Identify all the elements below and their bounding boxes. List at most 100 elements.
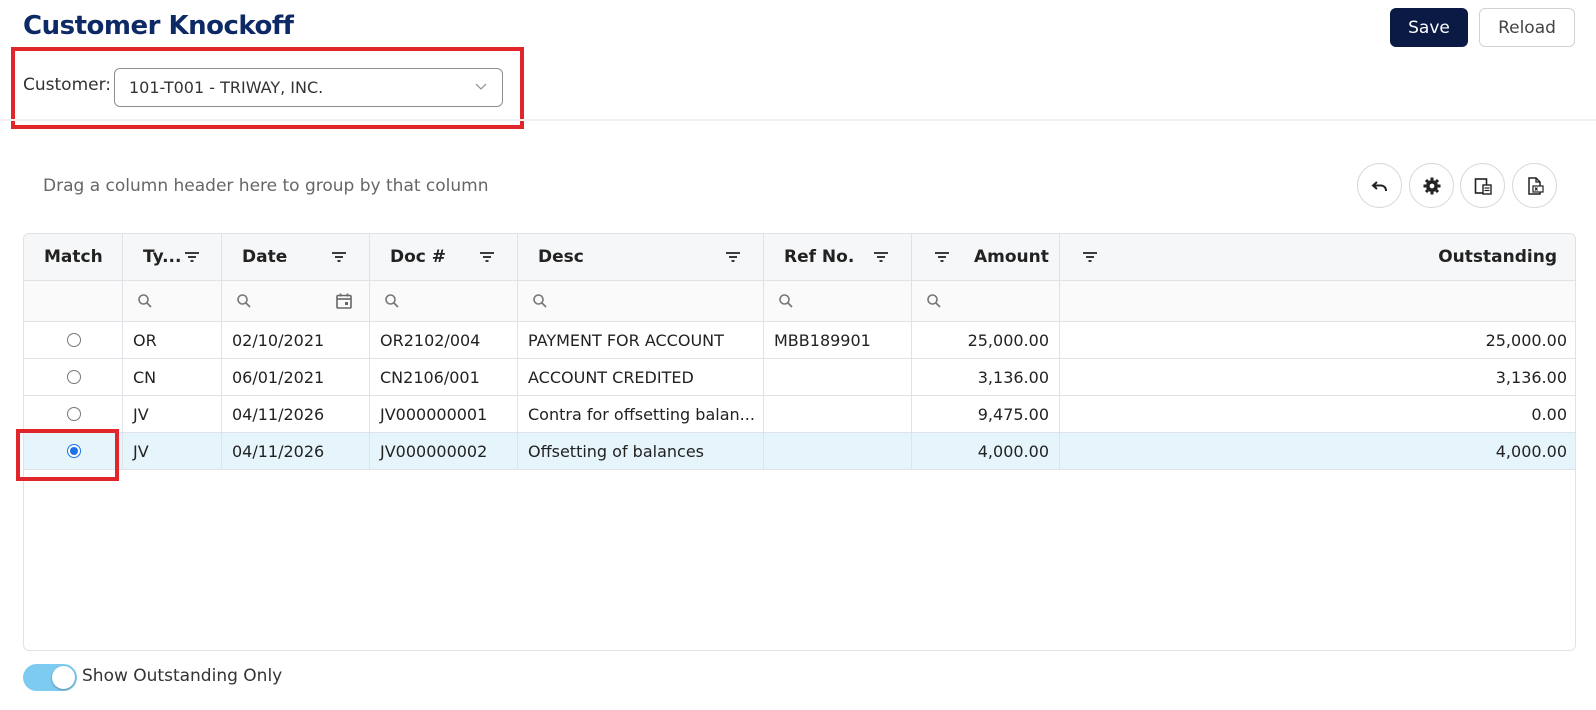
type-cell: CN xyxy=(123,359,222,395)
column-header-date[interactable]: Date xyxy=(222,234,370,280)
filter-input-date[interactable] xyxy=(222,281,370,321)
match-radio[interactable] xyxy=(67,333,81,347)
outstanding-cell: 25,000.00 xyxy=(1485,330,1567,350)
settings-button[interactable] xyxy=(1409,163,1454,208)
undo-icon xyxy=(1370,180,1387,191)
page-title: Customer Knockoff xyxy=(23,11,294,41)
column-header-label: Date xyxy=(242,247,288,267)
search-icon xyxy=(385,294,399,308)
filter-icon[interactable] xyxy=(183,248,201,266)
column-header-type[interactable]: Ty... xyxy=(123,234,222,280)
match-radio[interactable] xyxy=(67,407,81,421)
filter-icon[interactable] xyxy=(330,248,348,266)
search-icon xyxy=(237,294,251,308)
table-row[interactable]: CN 06/01/2021 CN2106/001 ACCOUNT CREDITE… xyxy=(24,359,1575,396)
filter-input-doc[interactable] xyxy=(370,281,518,321)
type-cell: JV xyxy=(123,396,222,432)
customer-select[interactable]: 101-T001 - TRIWAY, INC. xyxy=(114,68,503,107)
date-cell: 04/11/2026 xyxy=(222,396,370,432)
match-cell xyxy=(24,396,123,432)
ref-cell xyxy=(764,396,912,432)
search-icon xyxy=(927,294,941,308)
column-header-label: Match xyxy=(44,247,103,267)
filter-input-desc[interactable] xyxy=(518,281,764,321)
doc-link[interactable]: JV000000002 xyxy=(370,433,518,469)
search-icon xyxy=(138,294,152,308)
column-header-desc[interactable]: Desc xyxy=(518,234,764,280)
desc-cell: Offsetting of balances xyxy=(518,433,764,469)
match-cell xyxy=(24,322,123,358)
toggle-knob xyxy=(52,666,75,689)
filter-icon[interactable] xyxy=(872,248,890,266)
search-icon xyxy=(779,294,793,308)
match-cell xyxy=(24,359,123,395)
outstanding-cell: 4,000.00 xyxy=(1495,441,1567,461)
column-header-label: Amount xyxy=(974,247,1049,267)
filter-cell-outstanding xyxy=(1060,281,1575,321)
outstanding-cell: 3,136.00 xyxy=(1495,367,1567,387)
filter-icon[interactable] xyxy=(1081,248,1099,266)
show-outstanding-toggle[interactable] xyxy=(23,664,77,691)
table-row[interactable]: OR 02/10/2021 OR2102/004 PAYMENT FOR ACC… xyxy=(24,322,1575,359)
grid-header-row: Match Ty... Date Doc # Desc Ref No. Amou… xyxy=(24,234,1575,281)
date-cell: 04/11/2026 xyxy=(222,433,370,469)
reload-button[interactable]: Reload xyxy=(1479,8,1575,47)
header-divider xyxy=(0,119,1596,121)
column-header-match[interactable]: Match xyxy=(24,234,123,280)
knockoff-grid: Match Ty... Date Doc # Desc Ref No. Amou… xyxy=(23,233,1576,651)
column-header-label: Doc # xyxy=(390,247,447,267)
ref-cell: MBB189901 xyxy=(764,322,912,358)
table-row[interactable]: JV 04/11/2026 JV000000001 Contra for off… xyxy=(24,396,1575,433)
column-header-doc[interactable]: Doc # xyxy=(370,234,518,280)
group-panel-hint[interactable]: Drag a column header here to group by th… xyxy=(43,176,489,196)
gear-icon xyxy=(1423,177,1440,194)
date-cell: 02/10/2021 xyxy=(222,322,370,358)
type-cell: OR xyxy=(123,322,222,358)
amount-cell: 4,000.00 xyxy=(912,433,1060,469)
filter-input-amount[interactable] xyxy=(912,281,1060,321)
filter-icon[interactable] xyxy=(478,248,496,266)
match-radio-highlight-box xyxy=(16,429,119,481)
column-header-outstanding[interactable]: Outstanding xyxy=(1060,234,1575,280)
desc-cell: Contra for offsetting balan... xyxy=(518,396,764,432)
undo-button[interactable] xyxy=(1357,163,1402,208)
table-row-selected[interactable]: JV 04/11/2026 JV000000002 Offsetting of … xyxy=(24,433,1575,470)
doc-link[interactable]: JV000000001 xyxy=(370,396,518,432)
amount-cell: 25,000.00 xyxy=(912,322,1060,358)
column-header-label: Ref No. xyxy=(784,247,855,267)
filter-icon[interactable] xyxy=(724,248,742,266)
doc-link[interactable]: OR2102/004 xyxy=(370,322,518,358)
column-chooser-button[interactable] xyxy=(1460,163,1505,208)
customer-select-value: 101-T001 - TRIWAY, INC. xyxy=(129,78,324,97)
date-cell: 06/01/2021 xyxy=(222,359,370,395)
match-radio[interactable] xyxy=(67,370,81,384)
column-header-label: Ty... xyxy=(143,247,182,267)
grid-filter-row xyxy=(24,281,1575,322)
save-button[interactable]: Save xyxy=(1390,8,1468,47)
filter-input-type[interactable] xyxy=(123,281,222,321)
column-header-ref[interactable]: Ref No. xyxy=(764,234,912,280)
doc-link[interactable]: CN2106/001 xyxy=(370,359,518,395)
filter-cell-match xyxy=(24,281,123,321)
filter-icon[interactable] xyxy=(933,248,951,266)
search-icon xyxy=(533,294,547,308)
column-header-amount[interactable]: Amount xyxy=(912,234,1060,280)
export-excel-icon xyxy=(1527,176,1544,195)
chevron-down-icon xyxy=(475,83,487,90)
column-header-label: Desc xyxy=(538,247,584,267)
export-excel-button[interactable] xyxy=(1512,163,1557,208)
desc-cell: PAYMENT FOR ACCOUNT xyxy=(518,322,764,358)
column-header-label: Outstanding xyxy=(1438,247,1557,267)
amount-cell: 9,475.00 xyxy=(912,396,1060,432)
ref-cell xyxy=(764,433,912,469)
column-chooser-icon xyxy=(1474,177,1492,195)
calendar-icon[interactable] xyxy=(335,292,353,310)
ref-cell xyxy=(764,359,912,395)
outstanding-cell: 0.00 xyxy=(1531,404,1567,424)
show-outstanding-label: Show Outstanding Only xyxy=(82,666,283,686)
amount-cell: 3,136.00 xyxy=(912,359,1060,395)
customer-label: Customer: xyxy=(23,75,112,95)
type-cell: JV xyxy=(123,433,222,469)
filter-input-ref[interactable] xyxy=(764,281,912,321)
desc-cell: ACCOUNT CREDITED xyxy=(518,359,764,395)
